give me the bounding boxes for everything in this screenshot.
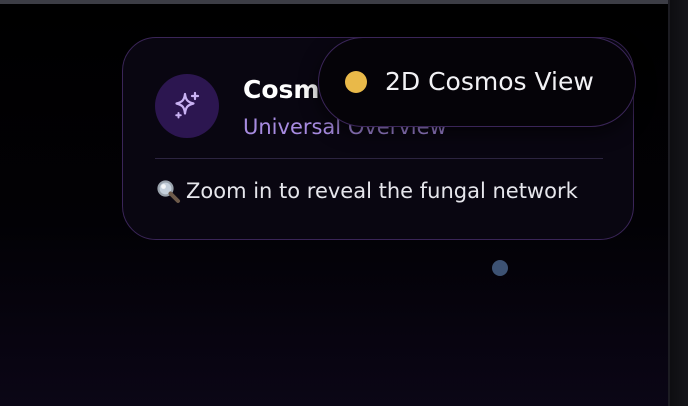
card-divider xyxy=(155,158,603,159)
network-node[interactable] xyxy=(492,260,508,276)
window-top-border xyxy=(0,0,668,4)
sparkle-icon xyxy=(155,74,219,138)
magnifier-icon xyxy=(155,178,181,204)
window-scrollbar[interactable] xyxy=(668,0,688,406)
view-mode-toggle[interactable]: 2D Cosmos View xyxy=(318,37,636,127)
view-indicator-dot xyxy=(345,71,367,93)
view-mode-label: 2D Cosmos View xyxy=(385,67,594,96)
zoom-hint-text: Zoom in to reveal the fungal network xyxy=(186,179,578,203)
zoom-hint: Zoom in to reveal the fungal network xyxy=(155,177,578,205)
